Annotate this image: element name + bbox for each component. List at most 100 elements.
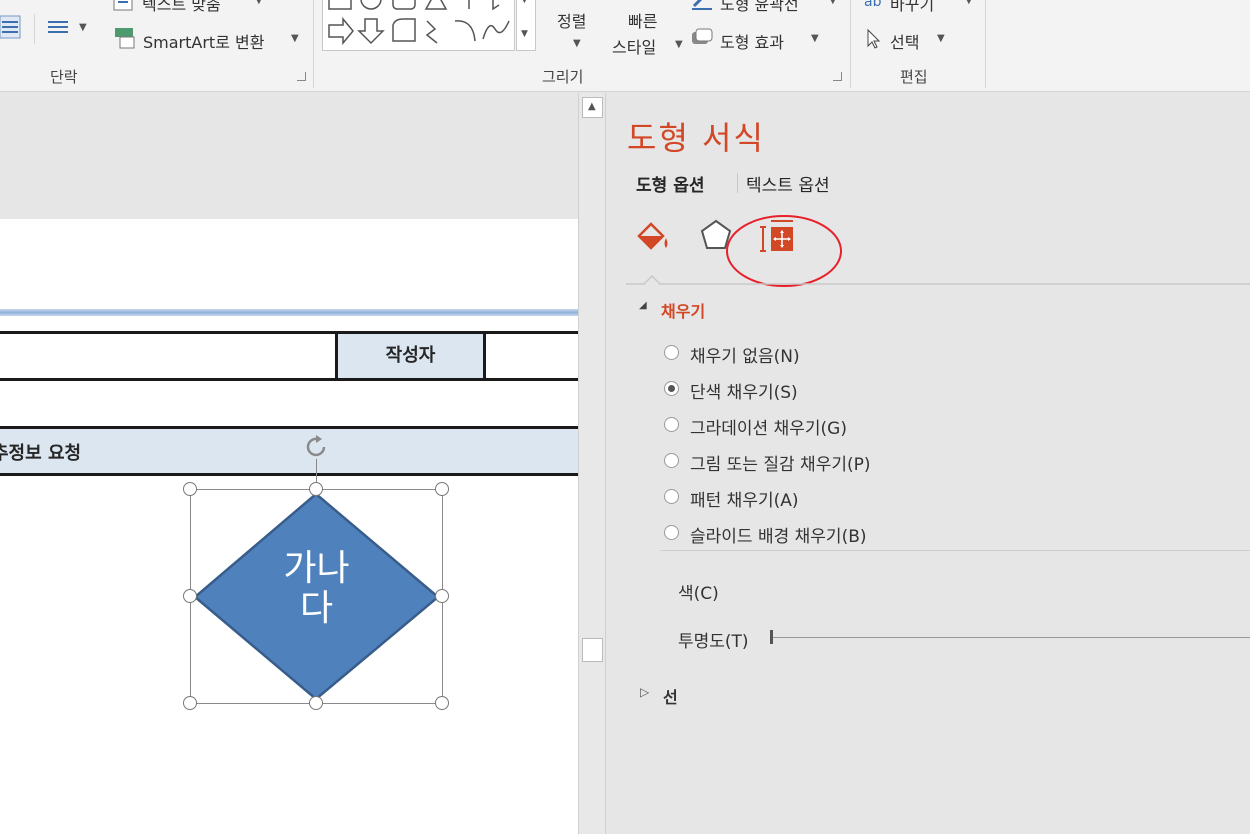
align-justify-icon[interactable] (0, 14, 22, 40)
radio-fill-picture[interactable] (664, 453, 679, 468)
fill-option-label: 슬라이드 배경 채우기(B) (690, 527, 867, 547)
shape-outline-label: 도형 윤곽선 (720, 0, 799, 14)
scroll-thumb[interactable] (582, 638, 603, 662)
fill-option-label: 단색 채우기(S) (690, 383, 798, 403)
arrange-button[interactable]: 정렬 ▼ (553, 8, 597, 58)
gallery-scroll[interactable]: ▼ ▼ (516, 0, 536, 51)
resize-handle-t[interactable] (309, 482, 323, 496)
section-header-row: 추정보 요청 (0, 426, 578, 476)
separator (850, 0, 851, 88)
replace-icon: ab (864, 0, 882, 10)
smartart-convert-button[interactable]: SmartArt로 변환 ▼ (112, 26, 302, 52)
document-area: 작성자 추정보 요청 가나 다 (0, 93, 578, 834)
fill-option-label: 그림 또는 질감 채우기(P) (690, 455, 871, 475)
text-align-button[interactable]: 텍스트 맞춤 ▼ (112, 0, 263, 14)
chevron-down-icon: ▼ (255, 0, 263, 6)
fill-option-label: 패턴 채우기(A) (690, 491, 799, 511)
effects-icon (692, 28, 713, 44)
author-header-cell: 작성자 (335, 334, 486, 378)
shapes-gallery[interactable] (322, 0, 515, 51)
text-align-label: 텍스트 맞춤 (142, 0, 221, 14)
list-columns-icon (48, 21, 68, 33)
group-label-drawing: 그리기 (542, 68, 584, 86)
color-label: 색(C) (678, 584, 719, 604)
smartart-label: SmartArt로 변환 (143, 33, 265, 52)
section-title: 추정보 요청 (0, 443, 82, 464)
arrange-label: 정렬 (557, 12, 587, 31)
fill-option-label: 채우기 없음(N) (690, 347, 800, 367)
chevron-down-icon: ▼ (675, 39, 683, 50)
chevron-up-icon: ▲ (588, 101, 596, 112)
pane-title: 도형 서식 (627, 119, 765, 157)
more-icon: ▼ (521, 29, 528, 39)
resize-handle-br[interactable] (435, 696, 449, 710)
line-section-header[interactable]: 선 (663, 684, 678, 708)
selected-shape[interactable]: 가나 다 (183, 435, 449, 710)
resize-handle-bl[interactable] (183, 696, 197, 710)
expand-triangle-icon[interactable]: ▷ (640, 685, 649, 699)
header-rule (0, 309, 578, 316)
radio-fill-none[interactable] (664, 345, 679, 360)
select-label: 선택 (890, 33, 920, 52)
radio-fill-solid[interactable] (664, 381, 679, 396)
tab-text-options[interactable]: 텍스트 옵션 (746, 171, 830, 196)
resize-handle-tr[interactable] (435, 482, 449, 496)
fill-option-label: 그라데이션 채우기(G) (690, 419, 847, 439)
chevron-down-icon: ▼ (829, 0, 837, 6)
separator (985, 0, 986, 88)
document-page: 작성자 추정보 요청 가나 다 (0, 219, 578, 834)
group-label-paragraph: 단락 (50, 68, 78, 86)
dialog-launcher-icon[interactable] (833, 72, 842, 81)
format-shape-pane: 도형 서식 도형 옵션 텍스트 옵션 ◢ 채우기 채우기 없음(N) 단색 채우… (606, 93, 1250, 834)
dialog-launcher-icon[interactable] (297, 72, 306, 81)
chevron-down-icon: ▼ (965, 0, 973, 6)
columns-button[interactable]: ▼ (46, 18, 87, 40)
tab-divider (737, 173, 738, 193)
rotate-handle-icon[interactable] (302, 433, 332, 463)
cursor-arrow-icon (867, 28, 881, 49)
fill-line-icon[interactable] (633, 218, 673, 254)
radio-fill-slide-bg[interactable] (664, 525, 679, 540)
shape-text-line1: 가나 (283, 548, 350, 589)
quick-styles-button[interactable]: 빠른 스타일 ▼ (610, 8, 686, 58)
resize-handle-l[interactable] (183, 589, 197, 603)
replace-label: 바꾸기 (890, 0, 935, 14)
separator (34, 14, 35, 44)
transparency-slider[interactable] (770, 630, 1250, 644)
resize-handle-b[interactable] (309, 696, 323, 710)
chevron-down-icon: ▼ (573, 38, 581, 49)
shape-text[interactable]: 가나 다 (250, 549, 383, 629)
separator (313, 0, 314, 88)
scroll-up-button[interactable]: ▲ (582, 97, 603, 118)
shape-effects-button[interactable]: 도형 효과 ▼ (690, 26, 830, 52)
vertical-scrollbar[interactable]: ▲ (578, 93, 606, 834)
chevron-down-icon: ▼ (521, 0, 528, 5)
slider-track (773, 637, 1250, 638)
shapes-gallery-icons (328, 0, 510, 46)
shape-effects-label: 도형 효과 (720, 33, 784, 52)
resize-handle-r[interactable] (435, 589, 449, 603)
shape-text-line2: 다 (299, 588, 334, 629)
radio-fill-gradient[interactable] (664, 417, 679, 432)
quick-styles-label-1: 빠른 (628, 12, 658, 31)
fill-section-header[interactable]: 채우기 (661, 298, 705, 322)
tab-shape-options[interactable]: 도형 옵션 (636, 171, 704, 196)
quick-styles-label-2: 스타일 (612, 38, 657, 57)
ribbon: ▼ 텍스트 맞춤 ▼ SmartArt로 변환 ▼ 단락 ▼ ▼ 정렬 ▼ 빠른… (0, 0, 1250, 92)
shape-outline-button[interactable]: 도형 윤곽선 ▼ (690, 0, 840, 14)
info-table: 작성자 (0, 331, 578, 381)
group-label-editing: 편집 (900, 68, 928, 86)
radio-fill-pattern[interactable] (664, 489, 679, 504)
tab-indicator (626, 274, 1250, 285)
chevron-down-icon: ▼ (79, 22, 87, 33)
pen-icon (692, 0, 712, 10)
resize-handle-tl[interactable] (183, 482, 197, 496)
chevron-down-icon: ▼ (937, 33, 945, 44)
collapse-triangle-icon[interactable]: ◢ (639, 300, 647, 311)
options-divider (660, 550, 1250, 551)
chevron-down-icon: ▼ (291, 33, 299, 44)
select-button[interactable]: 선택 ▼ (864, 26, 954, 52)
smartart-icon (115, 28, 135, 49)
transparency-label: 투명도(T) (678, 632, 749, 652)
replace-button[interactable]: ab 바꾸기 ▼ (862, 0, 977, 14)
